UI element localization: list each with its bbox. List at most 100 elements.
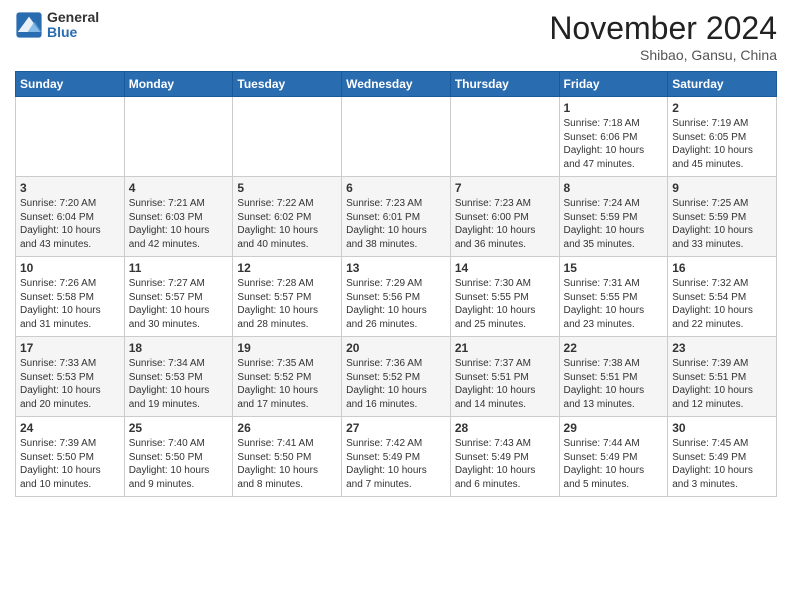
day-info: Sunrise: 7:44 AM Sunset: 5:49 PM Dayligh… bbox=[564, 437, 664, 491]
day-number: 18 bbox=[129, 341, 229, 355]
calendar-cell: 13 Sunrise: 7:29 AM Sunset: 5:56 PM Dayli… bbox=[342, 257, 451, 337]
day-info: Sunrise: 7:45 AM Sunset: 5:49 PM Dayligh… bbox=[672, 437, 772, 491]
calendar: SundayMondayTuesdayWednesdayThursdayFrid… bbox=[15, 71, 777, 497]
day-number: 8 bbox=[564, 181, 664, 195]
day-number: 25 bbox=[129, 421, 229, 435]
calendar-cell: 21Sunrise: 7:37 AM Sunset: 5:51 PM Dayli… bbox=[450, 337, 559, 417]
calendar-cell: 7 Sunrise: 7:23 AM Sunset: 6:00 PM Daylig… bbox=[450, 177, 559, 257]
day-info: Sunrise: 7:26 AM Sunset: 5:58 PM Dayligh… bbox=[20, 277, 120, 331]
day-info: Sunrise: 7:43 AM Sunset: 5:49 PM Dayligh… bbox=[455, 437, 555, 491]
day-number: 7 bbox=[455, 181, 555, 195]
day-info: Sunrise: 7:33 AM Sunset: 5:53 PM Dayligh… bbox=[20, 357, 120, 411]
calendar-cell: 6Sunrise: 7:23 AM Sunset: 6:01 PM Daylig… bbox=[342, 177, 451, 257]
calendar-cell: 25 Sunrise: 7:40 AM Sunset: 5:50 PM Dayli… bbox=[124, 417, 233, 497]
day-info: Sunrise: 7:35 AM Sunset: 5:52 PM Dayligh… bbox=[237, 357, 337, 411]
calendar-cell: 15 Sunrise: 7:31 AM Sunset: 5:55 PM Dayli… bbox=[559, 257, 668, 337]
calendar-cell: 10Sunrise: 7:26 AM Sunset: 5:58 PM Dayli… bbox=[16, 257, 125, 337]
day-info: Sunrise: 7:39 AM Sunset: 5:51 PM Dayligh… bbox=[672, 357, 772, 411]
day-info: Sunrise: 7:27 AM Sunset: 5:57 PM Dayligh… bbox=[129, 277, 229, 331]
logo-text: General Blue bbox=[47, 10, 99, 41]
logo: General Blue bbox=[15, 10, 99, 41]
calendar-cell: 27 Sunrise: 7:42 AM Sunset: 5:49 PM Dayli… bbox=[342, 417, 451, 497]
day-number: 27 bbox=[346, 421, 446, 435]
calendar-cell: 8 Sunrise: 7:24 AM Sunset: 5:59 PM Daylig… bbox=[559, 177, 668, 257]
day-number: 20 bbox=[346, 341, 446, 355]
calendar-week-1: 1Sunrise: 7:18 AM Sunset: 6:06 PM Daylig… bbox=[16, 97, 777, 177]
day-info: Sunrise: 7:38 AM Sunset: 5:51 PM Dayligh… bbox=[564, 357, 664, 411]
calendar-cell: 2 Sunrise: 7:19 AM Sunset: 6:05 PM Daylig… bbox=[668, 97, 777, 177]
day-number: 15 bbox=[564, 261, 664, 275]
calendar-cell: 1Sunrise: 7:18 AM Sunset: 6:06 PM Daylig… bbox=[559, 97, 668, 177]
day-of-week-tuesday: Tuesday bbox=[233, 72, 342, 97]
logo-general-text: General bbox=[47, 10, 99, 25]
day-number: 13 bbox=[346, 261, 446, 275]
header: General Blue November 2024 Shibao, Gansu… bbox=[15, 10, 777, 63]
day-number: 11 bbox=[129, 261, 229, 275]
day-info: Sunrise: 7:29 AM Sunset: 5:56 PM Dayligh… bbox=[346, 277, 446, 331]
day-info: Sunrise: 7:19 AM Sunset: 6:05 PM Dayligh… bbox=[672, 117, 772, 171]
day-info: Sunrise: 7:23 AM Sunset: 6:00 PM Dayligh… bbox=[455, 197, 555, 251]
calendar-cell: 4 Sunrise: 7:21 AM Sunset: 6:03 PM Daylig… bbox=[124, 177, 233, 257]
calendar-cell bbox=[124, 97, 233, 177]
calendar-cell: 18 Sunrise: 7:34 AM Sunset: 5:53 PM Dayli… bbox=[124, 337, 233, 417]
day-info: Sunrise: 7:34 AM Sunset: 5:53 PM Dayligh… bbox=[129, 357, 229, 411]
page: General Blue November 2024 Shibao, Gansu… bbox=[0, 0, 792, 507]
calendar-cell: 24 Sunrise: 7:39 AM Sunset: 5:50 PM Dayli… bbox=[16, 417, 125, 497]
day-number: 3 bbox=[20, 181, 120, 195]
calendar-cell: 29 Sunrise: 7:44 AM Sunset: 5:49 PM Dayli… bbox=[559, 417, 668, 497]
calendar-cell: 19Sunrise: 7:35 AM Sunset: 5:52 PM Dayli… bbox=[233, 337, 342, 417]
day-info: Sunrise: 7:40 AM Sunset: 5:50 PM Dayligh… bbox=[129, 437, 229, 491]
title-block: November 2024 Shibao, Gansu, China bbox=[549, 10, 777, 63]
day-of-week-sunday: Sunday bbox=[16, 72, 125, 97]
calendar-cell: 5Sunrise: 7:22 AM Sunset: 6:02 PM Daylig… bbox=[233, 177, 342, 257]
calendar-cell: 22Sunrise: 7:38 AM Sunset: 5:51 PM Dayli… bbox=[559, 337, 668, 417]
day-of-week-monday: Monday bbox=[124, 72, 233, 97]
day-info: Sunrise: 7:42 AM Sunset: 5:49 PM Dayligh… bbox=[346, 437, 446, 491]
calendar-cell: 20Sunrise: 7:36 AM Sunset: 5:52 PM Dayli… bbox=[342, 337, 451, 417]
day-number: 4 bbox=[129, 181, 229, 195]
calendar-cell bbox=[450, 97, 559, 177]
calendar-week-4: 17 Sunrise: 7:33 AM Sunset: 5:53 PM Dayli… bbox=[16, 337, 777, 417]
day-number: 24 bbox=[20, 421, 120, 435]
day-number: 9 bbox=[672, 181, 772, 195]
calendar-cell: 3 Sunrise: 7:20 AM Sunset: 6:04 PM Daylig… bbox=[16, 177, 125, 257]
calendar-header-row: SundayMondayTuesdayWednesdayThursdayFrid… bbox=[16, 72, 777, 97]
day-of-week-saturday: Saturday bbox=[668, 72, 777, 97]
calendar-cell bbox=[233, 97, 342, 177]
day-info: Sunrise: 7:39 AM Sunset: 5:50 PM Dayligh… bbox=[20, 437, 120, 491]
logo-icon bbox=[15, 11, 43, 39]
calendar-cell: 16 Sunrise: 7:32 AM Sunset: 5:54 PM Dayli… bbox=[668, 257, 777, 337]
location: Shibao, Gansu, China bbox=[549, 47, 777, 63]
calendar-cell: 26 Sunrise: 7:41 AM Sunset: 5:50 PM Dayli… bbox=[233, 417, 342, 497]
day-of-week-wednesday: Wednesday bbox=[342, 72, 451, 97]
day-info: Sunrise: 7:30 AM Sunset: 5:55 PM Dayligh… bbox=[455, 277, 555, 331]
day-number: 28 bbox=[455, 421, 555, 435]
day-number: 16 bbox=[672, 261, 772, 275]
calendar-cell: 30 Sunrise: 7:45 AM Sunset: 5:49 PM Dayli… bbox=[668, 417, 777, 497]
day-info: Sunrise: 7:20 AM Sunset: 6:04 PM Dayligh… bbox=[20, 197, 120, 251]
day-number: 5 bbox=[237, 181, 337, 195]
day-info: Sunrise: 7:23 AM Sunset: 6:01 PM Dayligh… bbox=[346, 197, 446, 251]
day-number: 26 bbox=[237, 421, 337, 435]
calendar-week-5: 24 Sunrise: 7:39 AM Sunset: 5:50 PM Dayli… bbox=[16, 417, 777, 497]
day-number: 2 bbox=[672, 101, 772, 115]
day-number: 14 bbox=[455, 261, 555, 275]
day-number: 1 bbox=[564, 101, 664, 115]
day-info: Sunrise: 7:24 AM Sunset: 5:59 PM Dayligh… bbox=[564, 197, 664, 251]
calendar-cell: 12Sunrise: 7:28 AM Sunset: 5:57 PM Dayli… bbox=[233, 257, 342, 337]
calendar-week-2: 3 Sunrise: 7:20 AM Sunset: 6:04 PM Daylig… bbox=[16, 177, 777, 257]
day-number: 23 bbox=[672, 341, 772, 355]
day-of-week-thursday: Thursday bbox=[450, 72, 559, 97]
calendar-cell bbox=[16, 97, 125, 177]
day-info: Sunrise: 7:31 AM Sunset: 5:55 PM Dayligh… bbox=[564, 277, 664, 331]
calendar-cell: 28 Sunrise: 7:43 AM Sunset: 5:49 PM Dayli… bbox=[450, 417, 559, 497]
day-number: 21 bbox=[455, 341, 555, 355]
day-info: Sunrise: 7:41 AM Sunset: 5:50 PM Dayligh… bbox=[237, 437, 337, 491]
day-number: 30 bbox=[672, 421, 772, 435]
day-info: Sunrise: 7:25 AM Sunset: 5:59 PM Dayligh… bbox=[672, 197, 772, 251]
day-info: Sunrise: 7:32 AM Sunset: 5:54 PM Dayligh… bbox=[672, 277, 772, 331]
day-number: 17 bbox=[20, 341, 120, 355]
logo-blue-text: Blue bbox=[47, 25, 99, 40]
day-info: Sunrise: 7:21 AM Sunset: 6:03 PM Dayligh… bbox=[129, 197, 229, 251]
day-number: 29 bbox=[564, 421, 664, 435]
